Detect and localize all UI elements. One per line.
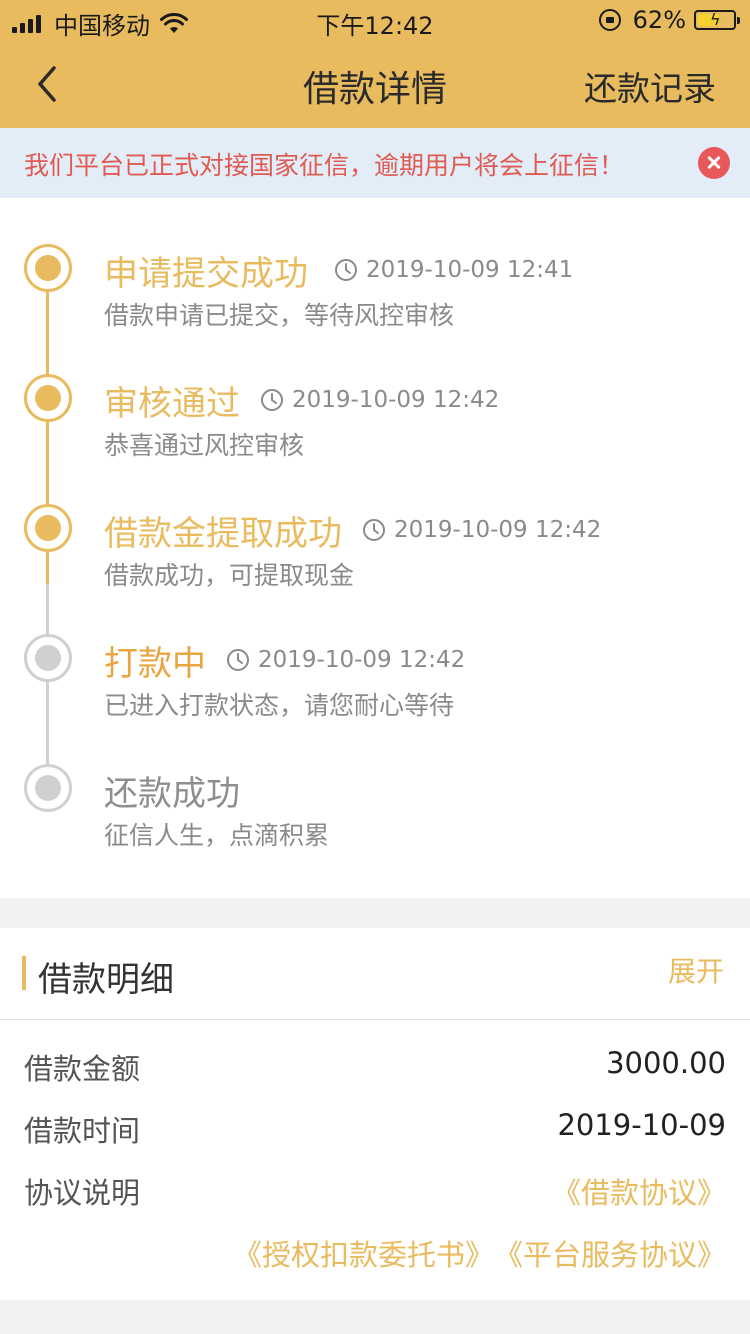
step-time-text: 2019-10-09 12:42	[258, 647, 466, 673]
step-time: 2019-10-09 12:42	[260, 387, 499, 413]
status-bar: 中国移动 下午12:42 62% ϟ	[0, 0, 750, 40]
loan-time-row: 借款时间 2019-10-09	[24, 1108, 726, 1152]
repayment-record-button[interactable]: 还款记录	[584, 62, 716, 110]
timeline-step: 申请提交成功 2019-10-09 12:41 借款申请已提交，等待风控审核	[104, 248, 734, 332]
expand-button[interactable]: 展开	[668, 950, 724, 990]
page-title: 借款详情	[302, 69, 447, 110]
loan-progress-timeline: 申请提交成功 2019-10-09 12:41 借款申请已提交，等待风控审核 审…	[0, 198, 750, 898]
battery-icon: ϟ	[694, 10, 740, 30]
back-arrow-icon[interactable]	[24, 60, 72, 108]
nav-bar: 借款详情 还款记录	[0, 40, 750, 128]
clock-icon	[363, 519, 385, 541]
charging-bolt-icon: ϟ	[710, 10, 721, 29]
timeline-step: 还款成功 征信人生，点滴积累	[104, 768, 734, 852]
step-dot-2	[24, 374, 72, 422]
loan-agreement-link[interactable]: 《借款协议》	[552, 1170, 726, 1232]
step-title: 打款中	[104, 643, 206, 684]
platform-service-agreement-link[interactable]: 《平台服务协议》	[494, 1232, 726, 1294]
section-title: 借款明细	[38, 960, 174, 1000]
loan-time-label: 借款时间	[24, 1114, 141, 1148]
clock-icon	[335, 259, 357, 281]
timeline-step: 借款金提取成功 2019-10-09 12:42 借款成功，可提取现金	[104, 508, 734, 592]
step-time: 2019-10-09 12:42	[362, 517, 601, 543]
loan-amount-label: 借款金额	[24, 1052, 141, 1086]
timeline-line-done	[46, 270, 49, 612]
step-time-text: 2019-10-09 12:41	[366, 257, 574, 283]
loan-time-value: 2019-10-09	[557, 1108, 726, 1142]
step-desc: 借款申请已提交，等待风控审核	[104, 301, 455, 330]
step-dot-1	[24, 244, 72, 292]
clock-icon	[227, 649, 249, 671]
step-dot-3	[24, 504, 72, 552]
agreement-row: 协议说明 《借款协议》 《授权扣款委托书》 《平台服务协议》	[24, 1170, 726, 1294]
step-desc: 恭喜通过风控审核	[104, 431, 305, 460]
loan-amount-row: 借款金额 3000.00	[24, 1046, 726, 1090]
section-accent-bar	[22, 956, 26, 990]
timeline-step: 审核通过 2019-10-09 12:42 恭喜通过风控审核	[104, 378, 734, 462]
step-dot-5	[24, 764, 72, 812]
close-icon[interactable]	[698, 147, 730, 179]
step-desc: 借款成功，可提取现金	[104, 561, 355, 590]
battery-percent: 62%	[632, 6, 686, 34]
timeline-step: 打款中 2019-10-09 12:42 已进入打款状态，请您耐心等待	[104, 638, 734, 722]
step-desc: 已进入打款状态，请您耐心等待	[104, 691, 455, 720]
notice-text: 我们平台已正式对接国家征信，逾期用户将会上征信！	[24, 151, 625, 180]
loan-detail-header: 借款明细 展开	[0, 928, 750, 1020]
step-desc: 征信人生，点滴积累	[104, 821, 330, 850]
agreement-label: 协议说明	[24, 1176, 141, 1210]
loan-detail-card: 借款明细 展开 借款金额 3000.00 借款时间 2019-10-09 协议说…	[0, 928, 750, 1300]
step-time-text: 2019-10-09 12:42	[394, 517, 602, 543]
step-time: 2019-10-09 12:42	[226, 647, 465, 673]
step-title: 申请提交成功	[104, 253, 308, 294]
step-title: 审核通过	[104, 383, 240, 424]
clock-icon	[261, 389, 283, 411]
step-title: 还款成功	[104, 773, 240, 814]
step-time: 2019-10-09 12:41	[334, 257, 573, 283]
step-time-text: 2019-10-09 12:42	[292, 387, 500, 413]
header-area: 中国移动 下午12:42 62% ϟ 借款详情 还款记录	[0, 0, 750, 128]
agreement-links: 《借款协议》 《授权扣款委托书》 《平台服务协议》	[233, 1170, 726, 1294]
status-right: 62% ϟ	[598, 6, 740, 34]
loan-amount-value: 3000.00	[606, 1046, 726, 1080]
deduction-authorization-link[interactable]: 《授权扣款委托书》	[233, 1232, 494, 1294]
rotation-lock-icon	[598, 9, 621, 31]
notice-banner: 我们平台已正式对接国家征信，逾期用户将会上征信！	[0, 128, 750, 198]
step-dot-4	[24, 634, 72, 682]
step-title: 借款金提取成功	[104, 513, 342, 554]
